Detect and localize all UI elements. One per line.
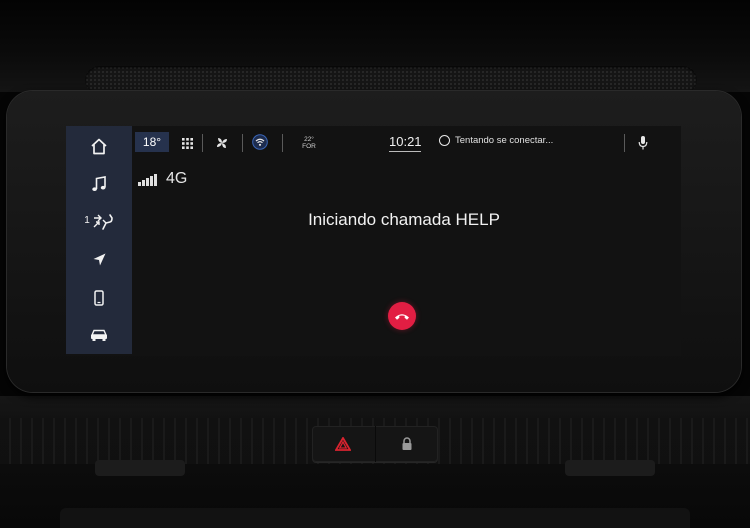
microphone-button[interactable] — [636, 135, 650, 151]
microphone-icon — [638, 136, 648, 150]
car-icon — [90, 329, 108, 342]
phone-icon — [94, 289, 104, 306]
speaker-grille — [85, 66, 697, 94]
fan-button[interactable] — [214, 135, 230, 151]
status-bar: 18° 22° FOR 10:21 Tentando se conectar..… — [132, 126, 681, 162]
temperature-chip[interactable]: 18° — [135, 132, 169, 152]
sidebar: 1 — [66, 126, 132, 354]
navigation-arrow-icon — [93, 253, 105, 266]
music-note-icon — [92, 176, 106, 191]
assistant-status-text: Tentando se conectar... — [455, 135, 554, 146]
sidebar-item-climate[interactable]: 1 — [66, 203, 132, 241]
physical-button-cluster — [312, 426, 438, 462]
network-type: 4G — [166, 170, 188, 187]
sidebar-item-vehicle[interactable] — [66, 316, 132, 354]
vent-trim-left — [95, 460, 185, 476]
cabin-temp-value: 22° — [304, 136, 314, 143]
end-call-button[interactable] — [388, 302, 416, 330]
clock-underline — [389, 151, 421, 152]
sidebar-item-navigation[interactable] — [66, 241, 132, 279]
status-separator — [624, 134, 625, 152]
hazard-icon — [335, 437, 352, 451]
console-edge — [60, 508, 690, 528]
hang-up-icon — [395, 313, 409, 320]
sidebar-item-phone[interactable] — [66, 279, 132, 317]
door-lock-button[interactable] — [376, 426, 439, 462]
status-separator — [202, 134, 203, 152]
grid-icon — [181, 137, 193, 149]
climate-zone-label: 1 — [84, 214, 90, 226]
sidebar-item-home[interactable] — [66, 128, 132, 166]
seat-airflow-icon — [93, 214, 113, 230]
vent-trim-right — [565, 460, 655, 476]
wifi-icon — [252, 134, 268, 150]
assistant-icon — [439, 135, 450, 146]
hazard-button[interactable] — [312, 426, 376, 462]
call-status-title: Iniciando chamada HELP — [308, 210, 500, 229]
lock-icon — [402, 437, 412, 450]
status-separator — [282, 134, 283, 152]
cabin-temp-label: FOR — [302, 143, 316, 150]
infotainment-display: 1 18° 22° FOR 10:21 Tentando se conectar… — [66, 126, 681, 356]
status-separator — [242, 134, 243, 152]
clock: 10:21 — [389, 134, 422, 149]
voice-assistant-status[interactable]: Tentando se conectar... — [439, 135, 553, 146]
fan-icon — [217, 138, 227, 148]
cabin-temperature[interactable]: 22° FOR — [298, 136, 320, 150]
wifi-hotspot-button[interactable] — [252, 134, 268, 150]
home-icon — [91, 138, 107, 155]
signal-strength-icon — [138, 174, 157, 186]
app-grid-button[interactable] — [180, 135, 194, 151]
sidebar-item-media[interactable] — [66, 166, 132, 204]
